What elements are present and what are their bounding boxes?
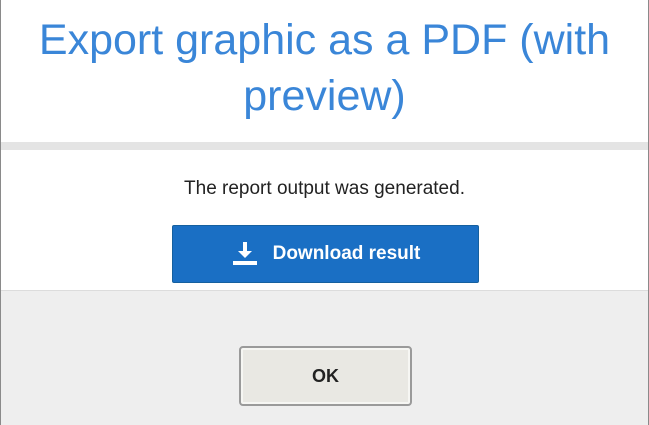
dialog-content: The report output was generated. Downloa… bbox=[1, 150, 648, 290]
dialog-footer: OK bbox=[1, 290, 648, 425]
download-icon bbox=[231, 241, 259, 267]
dialog-header: Export graphic as a PDF (with preview) bbox=[1, 0, 648, 142]
dialog-title: Export graphic as a PDF (with preview) bbox=[38, 16, 611, 120]
status-message: The report output was generated. bbox=[184, 178, 465, 199]
download-button-label: Download result bbox=[272, 243, 421, 264]
header-divider bbox=[1, 142, 648, 150]
export-dialog: Export graphic as a PDF (with preview) T… bbox=[0, 0, 649, 425]
ok-button[interactable]: OK bbox=[239, 346, 412, 406]
download-result-button[interactable]: Download result bbox=[172, 225, 479, 283]
